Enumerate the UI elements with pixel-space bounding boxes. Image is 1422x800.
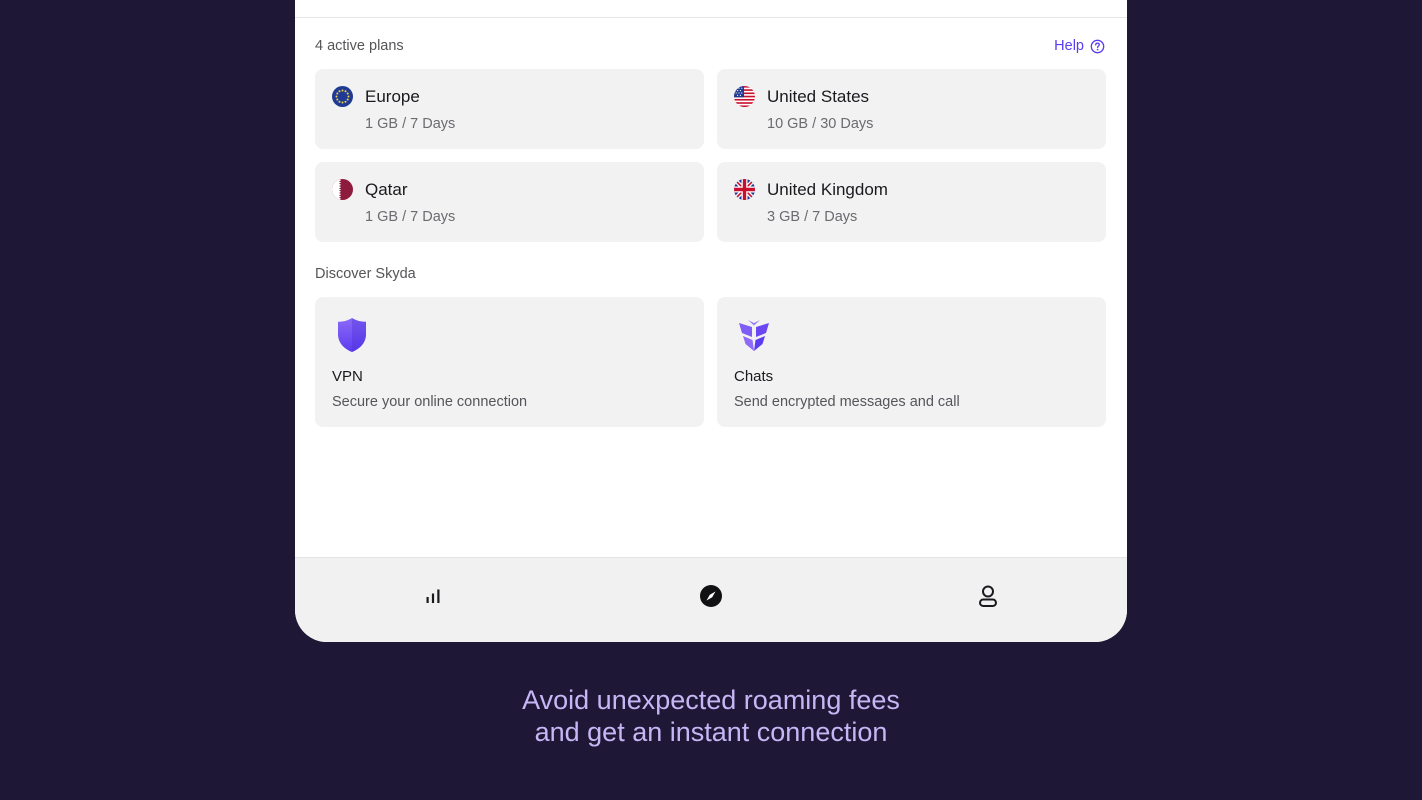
discover-card-chats[interactable]: Chats Send encrypted messages and call bbox=[717, 297, 1106, 427]
discover-title: VPN bbox=[332, 368, 363, 385]
us-flag-icon bbox=[734, 86, 755, 107]
bar-chart-icon bbox=[424, 587, 442, 610]
help-link[interactable]: Help bbox=[1054, 38, 1105, 54]
plan-card-qatar[interactable]: Qatar 1 GB / 7 Days bbox=[315, 162, 704, 242]
tagline-line-1: Avoid unexpected roaming fees bbox=[522, 685, 900, 715]
nav-usage-button[interactable] bbox=[419, 584, 447, 612]
plan-card-europe[interactable]: Europe 1 GB / 7 Days bbox=[315, 69, 704, 149]
nav-profile-button[interactable] bbox=[974, 584, 1002, 612]
plan-detail: 3 GB / 7 Days bbox=[767, 209, 858, 225]
discover-card-vpn[interactable]: VPN Secure your online connection bbox=[315, 297, 704, 427]
help-label: Help bbox=[1054, 38, 1084, 54]
chats-logo-icon bbox=[734, 315, 774, 355]
shield-icon bbox=[332, 315, 372, 355]
tagline: Avoid unexpected roaming fees and get an… bbox=[0, 684, 1422, 748]
discover-heading: Discover Skyda bbox=[315, 266, 416, 282]
eu-flag-icon bbox=[332, 86, 353, 107]
nav-explore-button[interactable] bbox=[697, 584, 725, 612]
discover-title: Chats bbox=[734, 368, 774, 385]
discover-description: Send encrypted messages and call bbox=[734, 394, 960, 410]
plan-name: United Kingdom bbox=[767, 180, 888, 199]
plan-detail: 10 GB / 30 Days bbox=[767, 116, 874, 132]
plan-name: Qatar bbox=[365, 180, 408, 199]
plan-card-united-states[interactable]: United States 10 GB / 30 Days bbox=[717, 69, 1106, 149]
plan-name: United States bbox=[767, 87, 870, 106]
active-plans-header: 4 active plans Help bbox=[315, 38, 1105, 54]
profile-icon bbox=[977, 584, 999, 613]
plan-card-united-kingdom[interactable]: United Kingdom 3 GB / 7 Days bbox=[717, 162, 1106, 242]
plan-detail: 1 GB / 7 Days bbox=[365, 116, 456, 132]
qatar-flag-icon bbox=[332, 179, 353, 200]
help-circle-icon bbox=[1090, 39, 1105, 54]
plan-detail: 1 GB / 7 Days bbox=[365, 209, 456, 225]
compass-icon bbox=[699, 584, 723, 613]
active-plans-heading: 4 active plans bbox=[315, 38, 404, 54]
plan-name: Europe bbox=[365, 87, 420, 106]
top-divider bbox=[295, 17, 1127, 18]
tagline-line-2: and get an instant connection bbox=[534, 717, 888, 747]
discover-header: Discover Skyda bbox=[315, 266, 1105, 282]
phone-screen: 4 active plans Help Europe 1 GB / 7 Days… bbox=[295, 0, 1127, 642]
discover-description: Secure your online connection bbox=[332, 394, 528, 410]
uk-flag-icon bbox=[734, 179, 755, 200]
bottom-navigation bbox=[295, 557, 1127, 642]
